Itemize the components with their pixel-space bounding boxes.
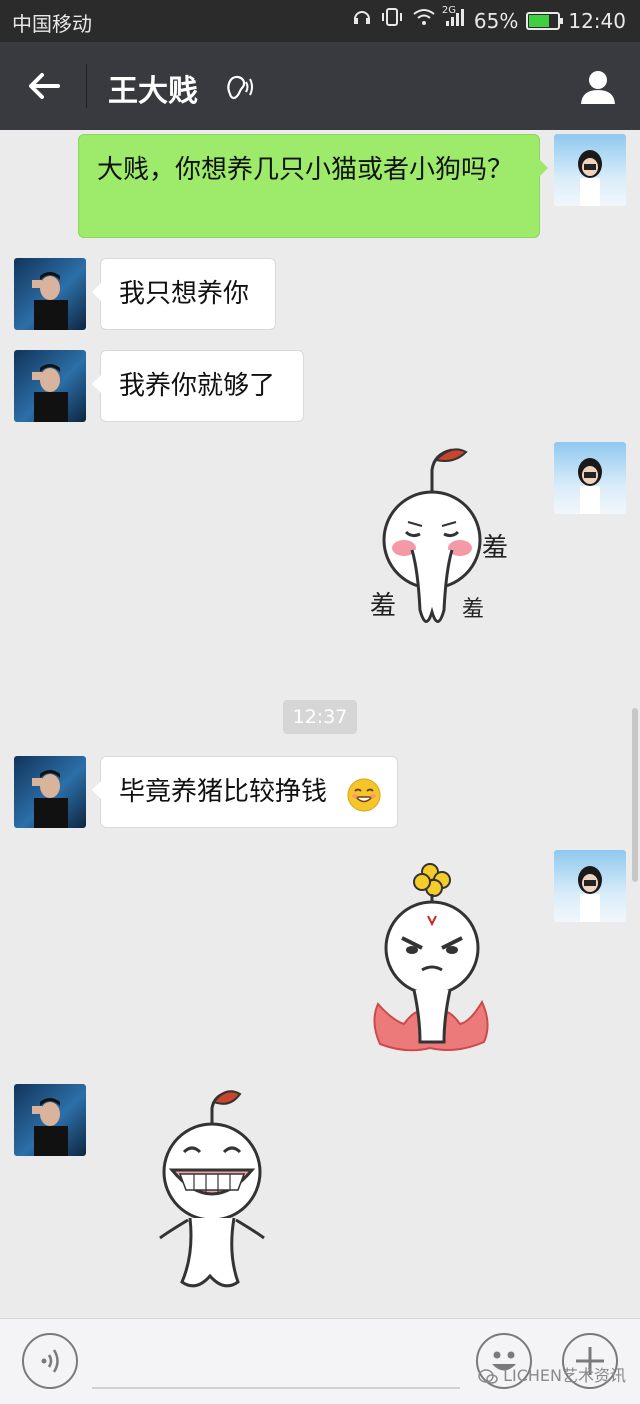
status-bar: 中国移动 2G 65% 12:40 [0,0,640,42]
clock: 12:40 [568,8,626,33]
earpiece-mode-icon [227,75,253,100]
battery-percent: 65% [473,8,519,33]
back-arrow-icon[interactable] [24,66,64,106]
text-input-underline[interactable] [92,1387,460,1389]
grinning-emoji-icon [347,778,381,812]
message-text: 毕竟养猪比较挣钱 [119,777,328,807]
chat-info-person-icon[interactable] [578,66,618,106]
message-bubble-incoming[interactable]: 我养你就够了 [92,350,304,422]
message-text: 我只想养你 [119,279,250,309]
message-bubble-incoming[interactable]: 毕竟养猪比较挣钱 [92,756,398,828]
chat-header: 王大贱 [0,42,640,130]
message-bubble-outgoing[interactable]: 大贱，你想养几只小猫或者小狗吗？ [78,134,548,238]
vibrate-icon [380,7,404,34]
watermark: LICHEN艺术资讯 [478,1362,626,1386]
angry-sticker[interactable] [366,854,496,1060]
contact-avatar[interactable] [14,258,86,330]
contact-avatar[interactable] [14,1084,86,1156]
signal-icon: 2G [442,5,466,34]
big-grin-sticker[interactable] [150,1086,274,1298]
message-text: 大贱，你想养几只小猫或者小狗吗？ [97,155,514,185]
status-icons: 2G 65% 12:40 [352,5,626,34]
message-bubble-incoming[interactable]: 我只想养你 [92,258,276,330]
sticker-caption: 羞 [462,596,484,621]
my-avatar[interactable] [554,442,626,514]
voice-wave-icon [41,1349,59,1373]
my-avatar[interactable] [554,134,626,206]
my-avatar[interactable] [554,850,626,922]
battery-icon [526,11,564,30]
header-divider [86,64,87,108]
wechat-logo-icon [478,1368,498,1384]
sticker-caption: 羞 [370,590,396,620]
watermark-text: LICHEN艺术资讯 [503,1366,627,1385]
headphones-icon [352,7,372,34]
wifi-icon [412,7,436,34]
sticker-caption: 羞 [482,532,508,562]
timestamp: 12:37 [283,700,357,734]
contact-avatar[interactable] [14,350,86,422]
scrollbar[interactable] [632,708,638,882]
message-text: 我养你就够了 [119,371,276,401]
input-bar [0,1318,640,1404]
contact-avatar[interactable] [14,756,86,828]
network-type-label: 2G [441,5,457,16]
carrier-label: 中国移动 [12,12,92,36]
voice-input-button[interactable] [22,1333,78,1389]
chat-title: 王大贱 [108,74,198,109]
blushing-sticker[interactable]: 羞 羞 羞 [362,440,522,640]
